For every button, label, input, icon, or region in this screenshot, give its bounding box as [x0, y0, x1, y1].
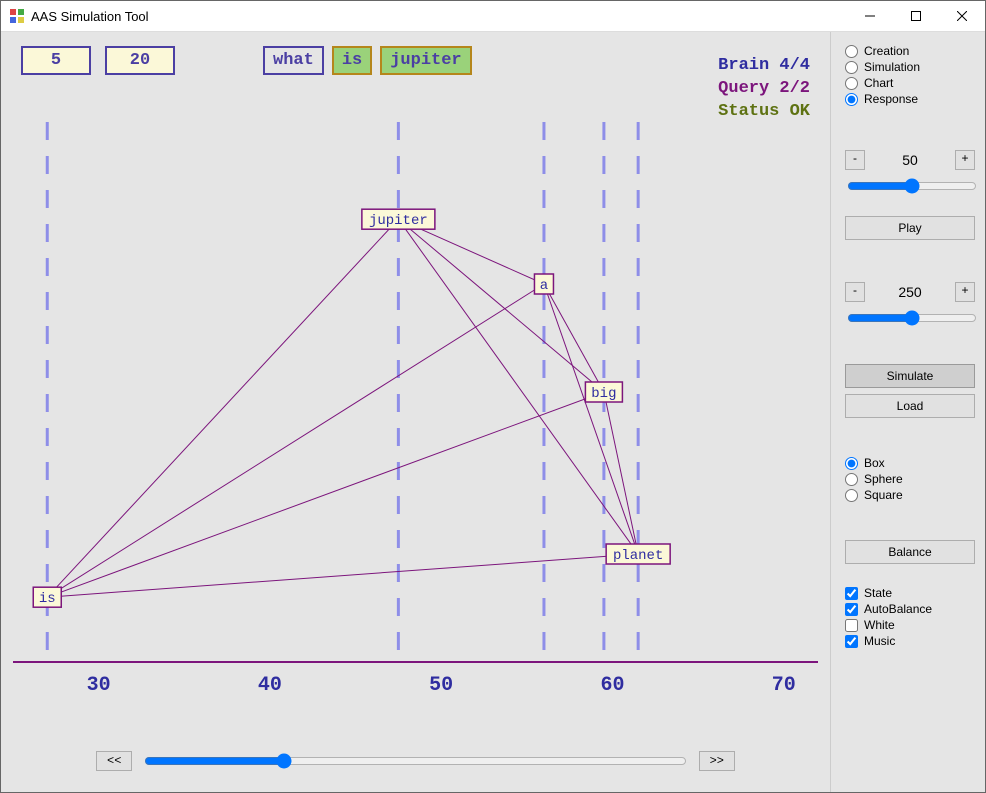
- shape-option-box[interactable]: Box: [845, 456, 975, 470]
- svg-text:50: 50: [429, 674, 453, 697]
- shape-option-square[interactable]: Square: [845, 488, 975, 502]
- param-box-2[interactable]: 20: [105, 46, 175, 75]
- svg-text:a: a: [540, 278, 548, 294]
- check-music[interactable]: Music: [845, 634, 975, 648]
- timeline-slider[interactable]: [144, 753, 686, 769]
- mode-option-chart[interactable]: Chart: [845, 76, 975, 90]
- timeline-row: << >>: [96, 746, 735, 776]
- mode-option-creation[interactable]: Creation: [845, 44, 975, 58]
- check-autobalance[interactable]: AutoBalance: [845, 602, 975, 616]
- titlebar: AAS Simulation Tool: [1, 1, 985, 32]
- app-window: AAS Simulation Tool 5 20 whatisjupiter B…: [0, 0, 986, 793]
- minimize-button[interactable]: [847, 1, 893, 31]
- spin1-dec[interactable]: -: [845, 150, 865, 170]
- shape-option-sphere[interactable]: Sphere: [845, 472, 975, 486]
- spin1-slider[interactable]: [847, 178, 977, 194]
- body: 5 20 whatisjupiter Brain 4/4 Query 2/2 S…: [1, 32, 985, 792]
- svg-text:jupiter: jupiter: [369, 213, 428, 229]
- spin2-dec[interactable]: -: [845, 282, 865, 302]
- query-word-1[interactable]: is: [332, 46, 372, 75]
- simulate-button[interactable]: Simulate: [845, 364, 975, 388]
- mode-radio-group: Creation Simulation Chart Response: [845, 42, 975, 108]
- mode-option-response[interactable]: Response: [845, 92, 975, 106]
- spin1-value: 50: [902, 152, 918, 168]
- checkbox-group: State AutoBalance White Music: [845, 584, 975, 650]
- top-controls: 5 20 whatis jupiter: [21, 46, 472, 75]
- svg-text:70: 70: [772, 674, 796, 697]
- svg-text:60: 60: [600, 674, 624, 697]
- check-state[interactable]: State: [845, 586, 975, 600]
- check-white[interactable]: White: [845, 618, 975, 632]
- svg-text:30: 30: [87, 674, 111, 697]
- query-words: whatis jupiter: [263, 46, 472, 75]
- main-area: 5 20 whatisjupiter Brain 4/4 Query 2/2 S…: [1, 32, 830, 792]
- sidebar: Creation Simulation Chart Response - 50 + P…: [830, 32, 985, 792]
- balance-button[interactable]: Balance: [845, 540, 975, 564]
- play-button[interactable]: Play: [845, 216, 975, 240]
- next-button[interactable]: >>: [699, 751, 735, 771]
- graph-chart: 30 40 50 60 70 is jupiter a big planet: [13, 112, 818, 732]
- spin1: - 50 +: [845, 150, 975, 170]
- spin2-slider[interactable]: [847, 310, 977, 326]
- window-title: AAS Simulation Tool: [31, 9, 149, 24]
- svg-text:is: is: [39, 591, 56, 607]
- load-button[interactable]: Load: [845, 394, 975, 418]
- svg-text:big: big: [591, 386, 616, 402]
- spin2-inc[interactable]: +: [955, 282, 975, 302]
- close-button[interactable]: [939, 1, 985, 31]
- prev-button[interactable]: <<: [96, 751, 132, 771]
- spin2-value: 250: [898, 284, 921, 300]
- query-word-2[interactable]: jupiter: [380, 46, 471, 75]
- param-box-1[interactable]: 5: [21, 46, 91, 75]
- spin1-inc[interactable]: +: [955, 150, 975, 170]
- mode-option-simulation[interactable]: Simulation: [845, 60, 975, 74]
- spin2: - 250 +: [845, 282, 975, 302]
- app-icon: [9, 8, 25, 24]
- status-query: Query 2/2: [718, 79, 810, 98]
- svg-text:40: 40: [258, 674, 282, 697]
- status-brain: Brain 4/4: [718, 56, 810, 75]
- svg-text:planet: planet: [613, 548, 663, 564]
- shape-radio-group: Box Sphere Square: [845, 454, 975, 504]
- query-word-0[interactable]: what: [263, 46, 324, 75]
- maximize-button[interactable]: [893, 1, 939, 31]
